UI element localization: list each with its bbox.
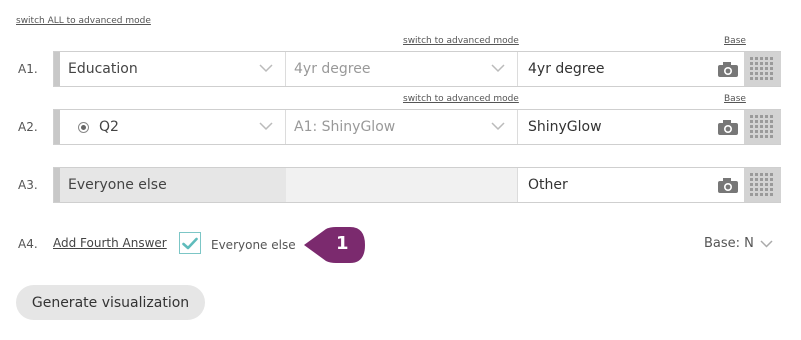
row-label-a1: A1.	[18, 62, 38, 76]
grid-button-a1[interactable]	[744, 52, 781, 86]
chevron-down-icon	[259, 64, 273, 73]
answer-row-a3: Everyone else Other	[53, 167, 781, 203]
answer-text: ShinyGlow	[528, 119, 602, 135]
camera-icon[interactable]	[717, 61, 739, 78]
camera-icon[interactable]	[717, 119, 739, 136]
category-select-a1[interactable]: Education	[60, 52, 286, 86]
camera-icon[interactable]	[717, 177, 739, 194]
category-value: Education	[68, 61, 138, 77]
value-empty-a3	[286, 168, 518, 202]
grid-button-a2[interactable]	[744, 110, 781, 144]
category-value: Everyone else	[68, 177, 167, 193]
add-fourth-answer-link[interactable]: Add Fourth Answer	[53, 236, 167, 250]
grid-icon	[749, 57, 773, 80]
row-label-a3: A3.	[18, 178, 38, 192]
base-link-a1[interactable]: Base	[724, 36, 746, 46]
everyone-else-label: Everyone else	[211, 238, 296, 252]
grid-icon	[749, 173, 773, 196]
grid-icon	[749, 115, 773, 138]
value-text: 4yr degree	[294, 61, 371, 77]
value-text: A1: ShinyGlow	[294, 119, 396, 135]
answer-text: 4yr degree	[528, 61, 605, 77]
callout-number: 1	[336, 233, 349, 254]
generate-visualization-button[interactable]: Generate visualization	[16, 285, 205, 320]
chevron-down-icon	[259, 122, 273, 131]
category-value: Q2	[99, 119, 119, 135]
chevron-down-icon	[491, 122, 505, 131]
check-icon	[182, 237, 198, 249]
base-select[interactable]: Base: N	[704, 236, 773, 251]
row-label-a4: A4.	[18, 237, 38, 251]
base-select-value: Base: N	[704, 236, 754, 251]
callout-arrow-shape	[304, 227, 365, 263]
everyone-else-checkbox[interactable]	[179, 232, 201, 254]
category-select-a2[interactable]: Q2	[60, 110, 286, 144]
value-select-a1[interactable]: 4yr degree	[286, 52, 518, 86]
answer-row-a1: Education 4yr degree 4yr degree	[53, 51, 781, 87]
category-static-a3: Everyone else	[60, 168, 286, 202]
switch-advanced-link-a2[interactable]: switch to advanced mode	[403, 94, 519, 104]
step-callout: 1	[302, 226, 366, 264]
switch-advanced-link-a1[interactable]: switch to advanced mode	[403, 36, 519, 46]
grid-button-a3[interactable]	[744, 168, 781, 202]
answer-input-a2[interactable]: ShinyGlow	[518, 110, 710, 145]
value-select-a2[interactable]: A1: ShinyGlow	[286, 110, 518, 144]
radio-icon	[78, 121, 89, 133]
chevron-down-icon	[760, 239, 773, 248]
chevron-down-icon	[491, 64, 505, 73]
answer-input-a1[interactable]: 4yr degree	[518, 52, 710, 86]
answer-input-a3[interactable]: Other	[518, 168, 710, 202]
base-link-a2[interactable]: Base	[724, 94, 746, 104]
answer-text: Other	[528, 177, 568, 193]
row-label-a2: A2.	[18, 120, 38, 134]
answer-row-a2: Q2 A1: ShinyGlow ShinyGlow	[53, 109, 781, 145]
switch-all-advanced-link[interactable]: switch ALL to advanced mode	[16, 16, 151, 26]
